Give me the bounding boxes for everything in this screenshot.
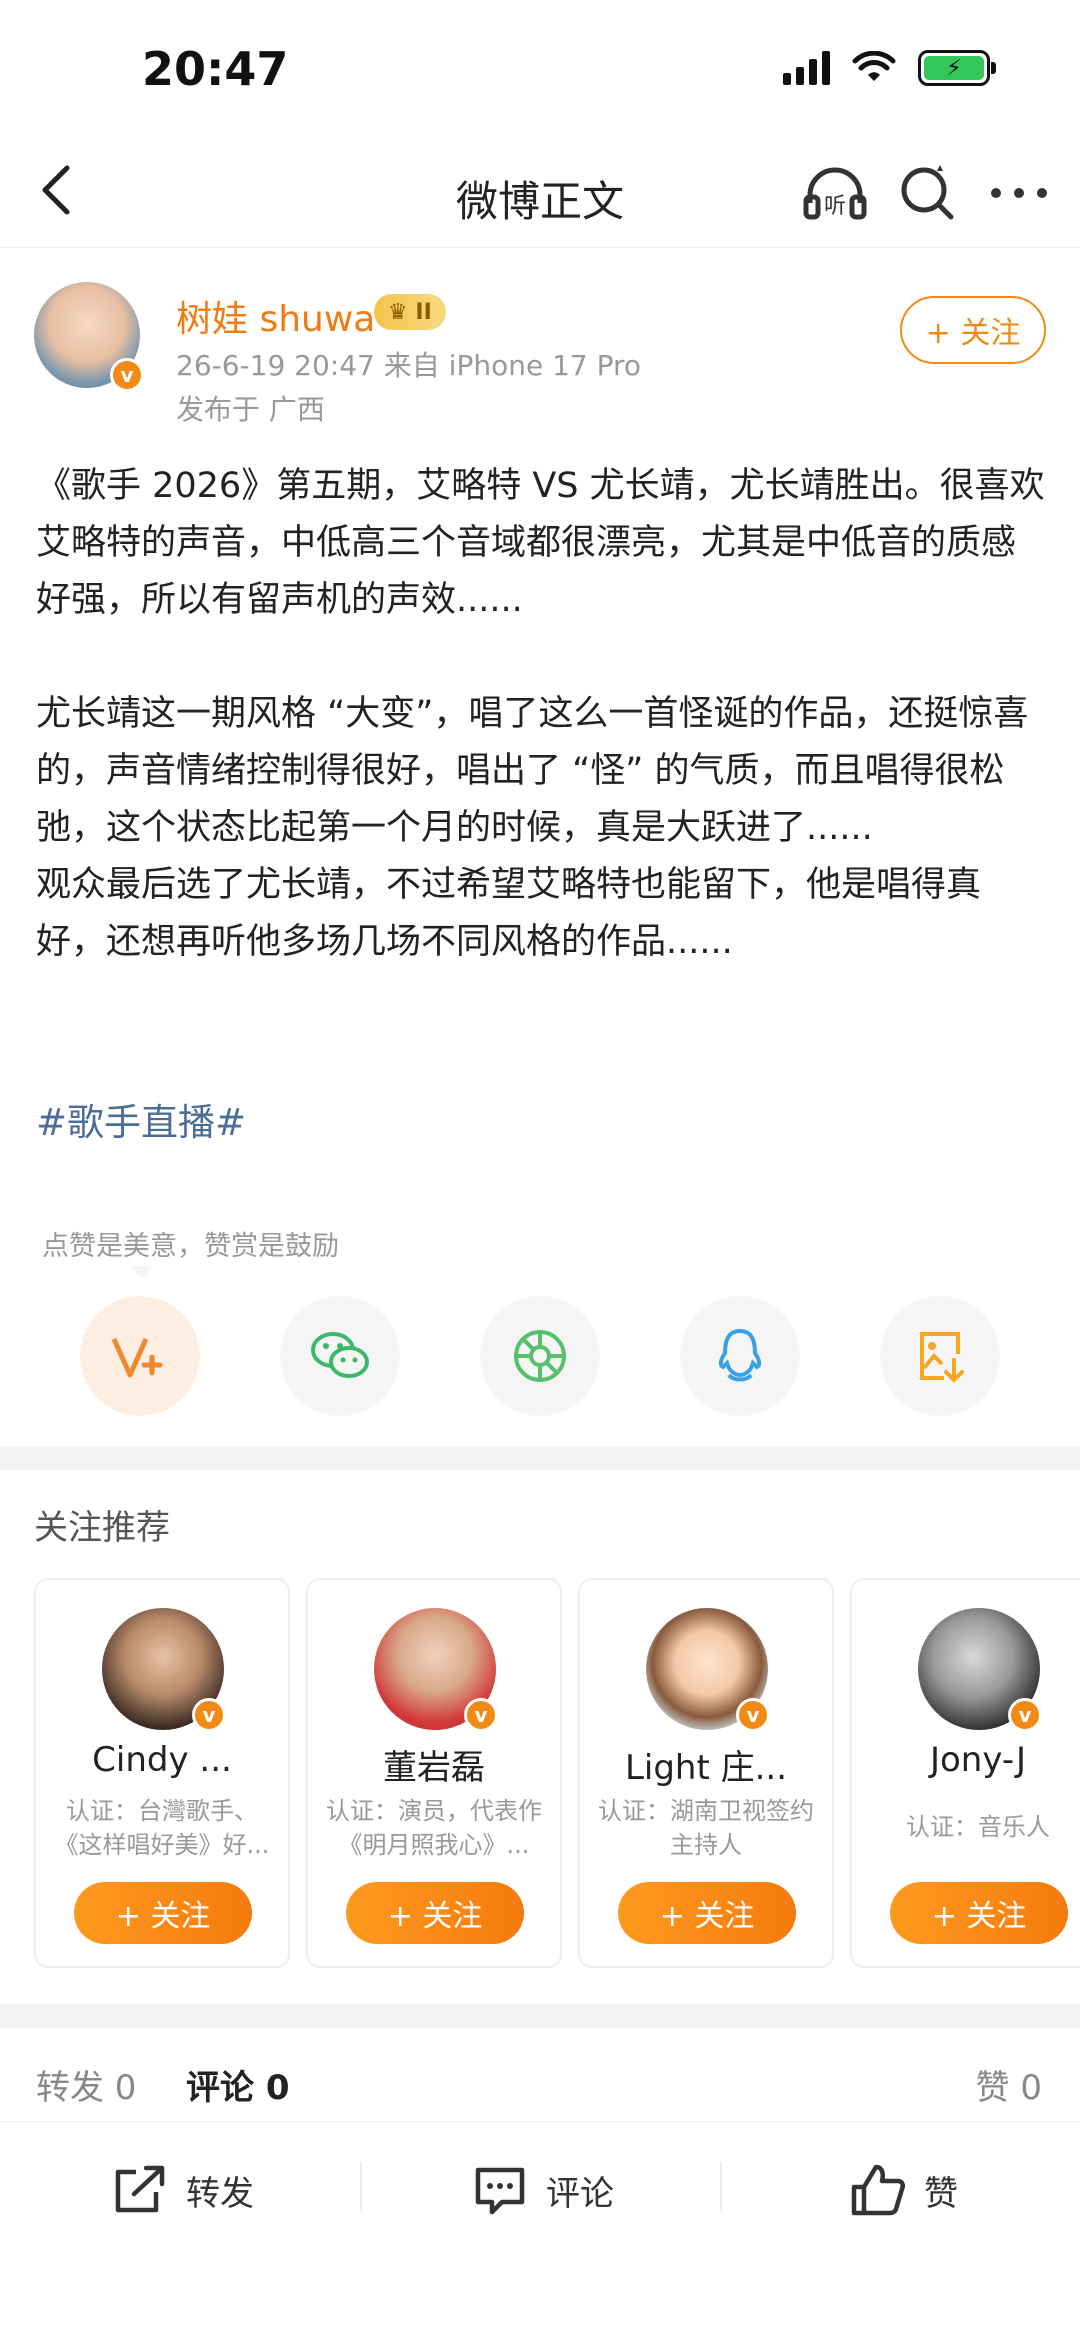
recommend-follow-button[interactable]: + 关注 [618, 1882, 796, 1944]
headphones-icon: 听 [803, 167, 867, 220]
toolbar-separator [360, 2162, 362, 2212]
comment-label: 评论 [546, 2173, 614, 2214]
search-icon [901, 165, 954, 220]
recommend-avatar[interactable]: v [918, 1608, 1042, 1732]
section-divider [0, 2004, 1080, 2028]
nav-bar: 微博正文 听 [0, 140, 1080, 248]
level-badge-label: II [415, 299, 432, 325]
search-button[interactable] [892, 158, 962, 228]
verified-icon: v [192, 1698, 226, 1732]
post-paragraph: 《歌手 2026》第五期，艾略特 VS 尤长靖，尤长靖胜出。很喜欢艾略特的声音，… [36, 466, 1045, 620]
status-bar: 20:47 ⚡ [0, 0, 1080, 140]
recommend-name[interactable]: Jony-J [852, 1740, 1080, 1780]
like-label: 赞 [924, 2173, 958, 2214]
moments-icon [514, 1330, 566, 1382]
post-meta: 26-6-19 20:47 来自 iPhone 17 Pro [176, 349, 642, 382]
recommend-name[interactable]: 董岩磊 [308, 1740, 560, 1789]
post-location: 发布于 广西 [176, 393, 325, 426]
save-image-icon [920, 1332, 964, 1383]
battery-icon: ⚡ [918, 50, 996, 86]
follow-button[interactable]: + 关注 [900, 296, 1046, 364]
wifi-icon [852, 51, 896, 81]
bottom-toolbar: 转发 评论 赞 [0, 2140, 1080, 2240]
repost-icon [115, 2165, 165, 2213]
post-paragraph: 尤长靖这一期风格 “大变”，唱了这么一首怪诞的作品，还挺惊喜的，声音情绪控制得很… [36, 694, 1029, 848]
save-image-button[interactable] [880, 1296, 1000, 1416]
comment-count-tab[interactable]: 评论 0 [186, 2060, 290, 2109]
qq-icon [718, 1328, 762, 1382]
verified-icon: v [110, 358, 144, 392]
status-time: 20:47 [142, 42, 289, 96]
like-button[interactable]: 赞 [850, 2140, 958, 2240]
recommend-card[interactable]: v 董岩磊 认证：演员，代表作《明月照我心》... + 关注 [306, 1578, 562, 1968]
reward-tip-arrow [130, 1266, 154, 1278]
nav-actions: 听 [800, 158, 1054, 228]
post-header: v 树娃 shuwa ♛ II 26-6-19 20:47 来自 iPhone … [34, 282, 1046, 432]
recommend-avatar[interactable]: v [102, 1608, 226, 1732]
toolbar-separator [720, 2162, 722, 2212]
cellular-signal-icon [783, 51, 830, 85]
more-icon [991, 188, 1047, 198]
recommend-avatar[interactable]: v [374, 1608, 498, 1732]
recommend-avatar[interactable]: v [646, 1608, 770, 1732]
comment-button[interactable]: 评论 [472, 2140, 614, 2240]
recommend-desc: 认证：演员，代表作《明月照我心》... [326, 1797, 542, 1859]
recommend-desc: 认证：音乐人 [906, 1813, 1050, 1841]
repost-button[interactable]: 转发 [112, 2140, 254, 2240]
share-wechat-button[interactable] [280, 1296, 400, 1416]
comment-icon [475, 2167, 525, 2215]
recommend-name[interactable]: Cindy ... [36, 1740, 288, 1780]
share-row [80, 1296, 1000, 1416]
recommend-title: 关注推荐 [34, 1508, 170, 1548]
more-button[interactable] [984, 158, 1054, 228]
verified-icon: v [464, 1698, 498, 1732]
recommend-follow-button[interactable]: + 关注 [890, 1882, 1068, 1944]
share-moments-button[interactable] [480, 1296, 600, 1416]
reward-icon [111, 1337, 163, 1378]
verified-icon: v [1008, 1698, 1042, 1732]
verified-icon: v [736, 1698, 770, 1732]
repost-count-tab[interactable]: 转发 0 [36, 2060, 136, 2109]
recommend-row[interactable]: v Cindy ... 认证：台灣歌手、《这样唱好美》好... + 关注 v 董… [34, 1578, 1080, 1968]
post-body: 《歌手 2026》第五期，艾略特 VS 尤长靖，尤长靖胜出。很喜欢艾略特的声音，… [36, 458, 1046, 971]
recommend-follow-button[interactable]: + 关注 [74, 1882, 252, 1944]
recommend-follow-button[interactable]: + 关注 [346, 1882, 524, 1944]
thumbs-up-icon [851, 2164, 906, 2216]
hashtag-link[interactable]: #歌手直播# [36, 1092, 246, 1146]
like-count-tab[interactable]: 赞 0 [976, 2060, 1042, 2109]
level-badge: ♛ II [374, 294, 446, 330]
stats-row: 转发 0 评论 0 赞 0 [0, 2030, 1080, 2122]
author-avatar[interactable]: v [34, 282, 144, 392]
section-divider [0, 1446, 1080, 1470]
listen-button[interactable]: 听 [800, 158, 870, 228]
listen-label: 听 [824, 194, 846, 219]
recommend-card[interactable]: v Cindy ... 认证：台灣歌手、《这样唱好美》好... + 关注 [34, 1578, 290, 1968]
repost-label: 转发 [186, 2173, 254, 2214]
recommend-name[interactable]: Light 庄... [580, 1740, 832, 1789]
reward-button[interactable] [80, 1296, 200, 1416]
author-name[interactable]: 树娃 shuwa [176, 290, 375, 342]
recommend-card[interactable]: v Jony-J 认证：音乐人 + 关注 [850, 1578, 1080, 1968]
share-qq-button[interactable] [680, 1296, 800, 1416]
status-icons: ⚡ [783, 50, 996, 86]
recommend-card[interactable]: v Light 庄... 认证：湖南卫视签约主持人 + 关注 [578, 1578, 834, 1968]
reward-tip: 点赞是美意，赞赏是鼓励 [42, 1231, 339, 1262]
recommend-desc: 认证：台灣歌手、《这样唱好美》好... [54, 1797, 270, 1859]
recommend-desc: 认证：湖南卫视签约主持人 [598, 1797, 814, 1859]
post-paragraph: 观众最后选了尤长靖，不过希望艾略特也能留下，他是唱得真好，还想再听他多场几场不同… [36, 865, 982, 962]
wechat-icon [311, 1332, 369, 1378]
